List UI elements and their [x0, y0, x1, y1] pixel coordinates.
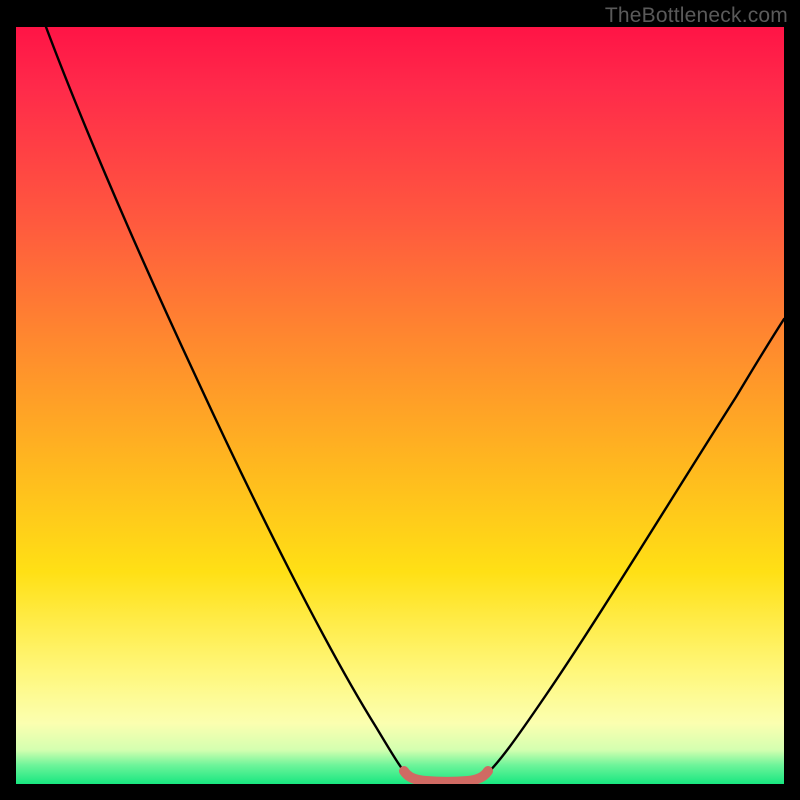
watermark: TheBottleneck.com	[605, 4, 788, 28]
left-curve	[46, 27, 408, 776]
highlight-segment	[404, 771, 488, 782]
bottleneck-curve	[16, 27, 784, 784]
plot-area	[16, 27, 784, 784]
right-curve	[484, 319, 784, 776]
